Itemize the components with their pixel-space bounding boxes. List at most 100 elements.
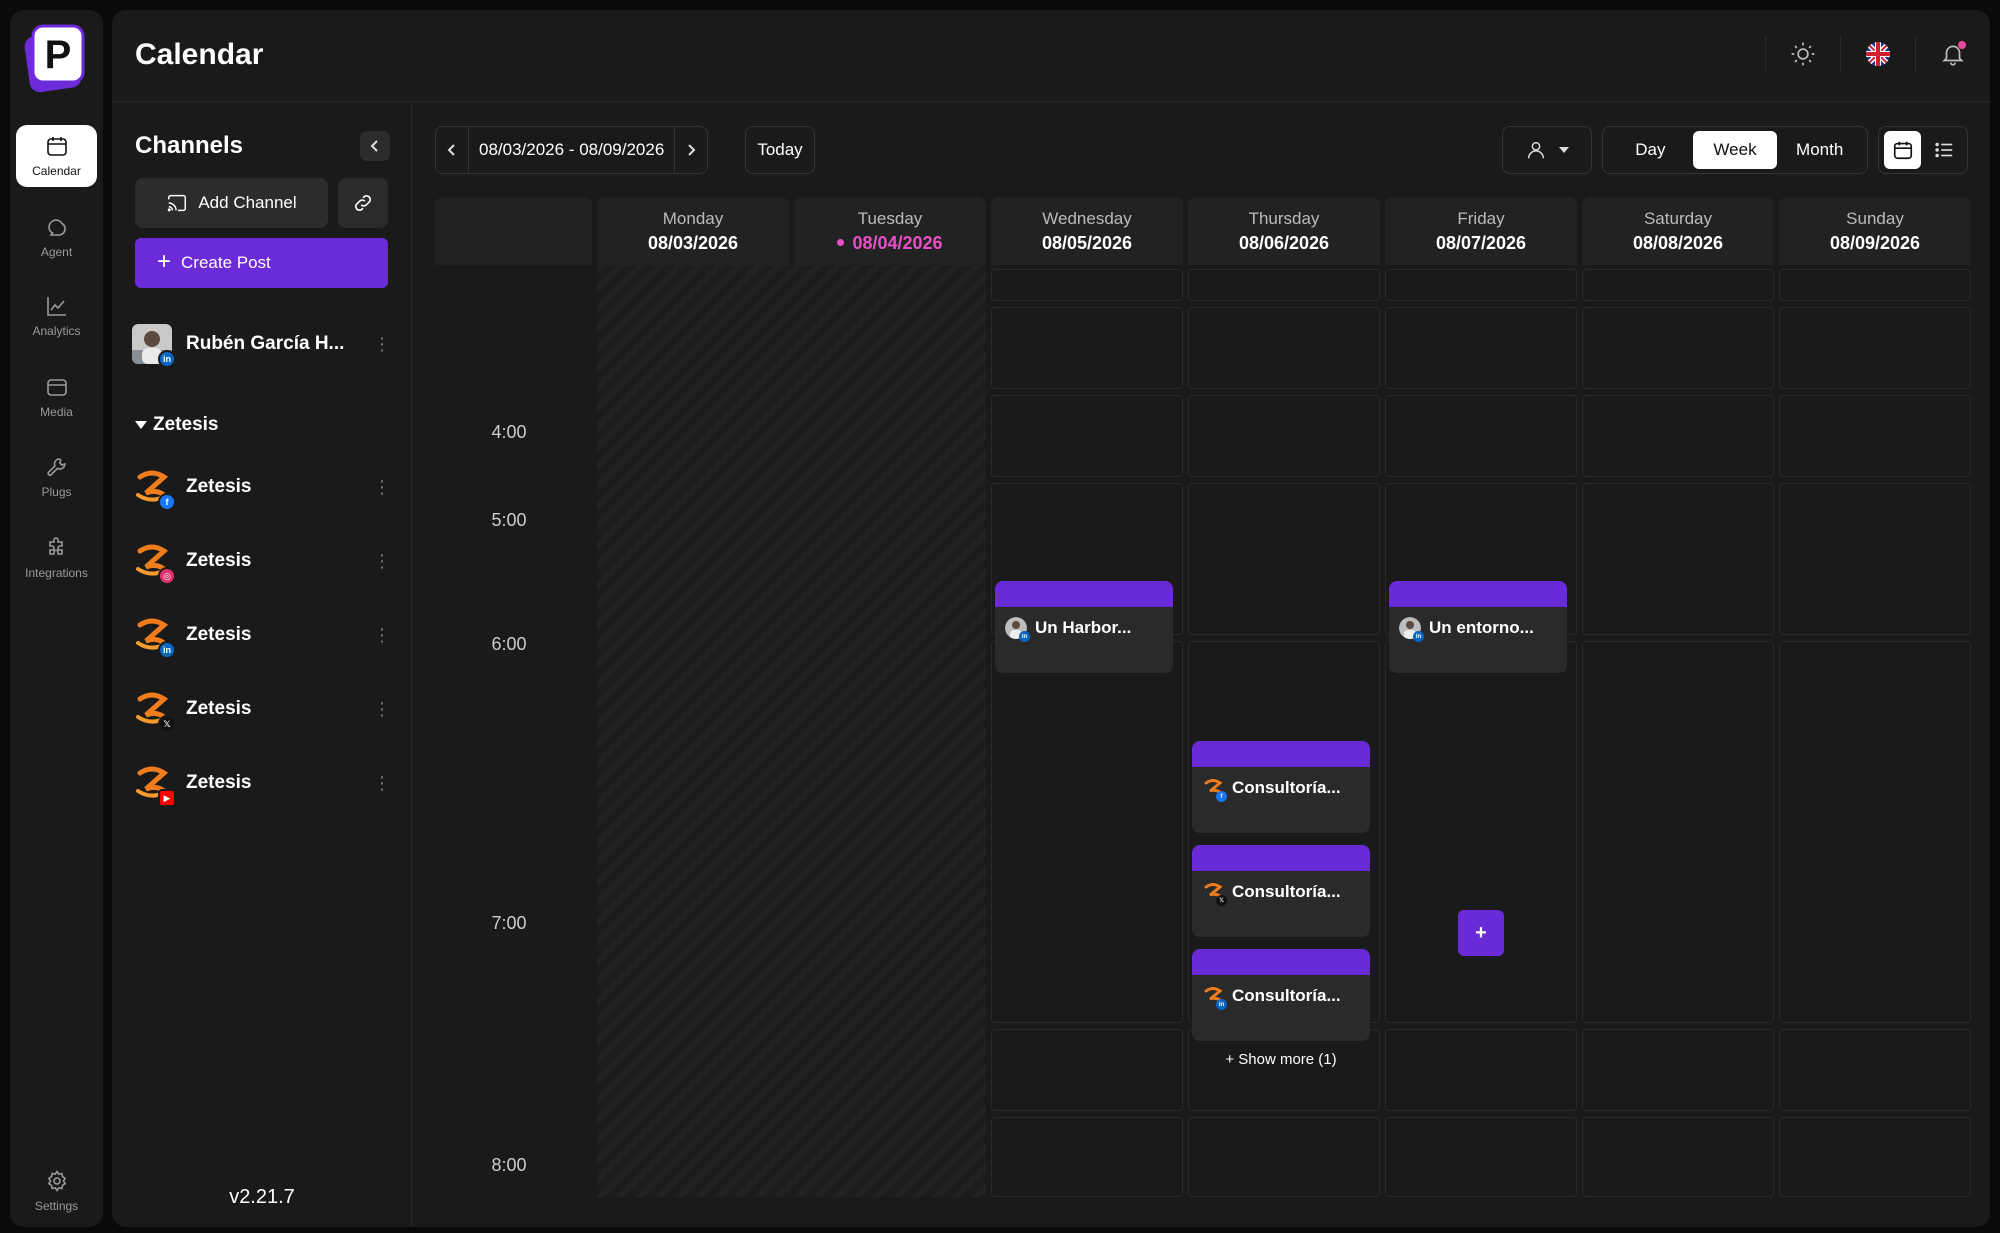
app-logo[interactable]: P: [21, 20, 89, 96]
time-slot[interactable]: [1779, 1117, 1971, 1197]
chevron-right-icon: [688, 144, 696, 156]
time-slot[interactable]: [1582, 1029, 1774, 1111]
post-card-thursday-2[interactable]: 𝕏 Consultoría...: [1192, 845, 1370, 937]
time-slot[interactable]: [1188, 307, 1380, 389]
more-options-icon[interactable]: ⋮: [372, 699, 392, 720]
time-slot[interactable]: [991, 641, 1183, 1023]
time-slot[interactable]: [1385, 641, 1577, 1023]
more-options-icon[interactable]: ⋮: [372, 334, 392, 355]
notifications-button[interactable]: [1938, 39, 1968, 69]
post-avatar: f: [1202, 777, 1227, 802]
nav-media-label: Media: [40, 405, 73, 419]
time-slot[interactable]: [991, 1029, 1183, 1111]
time-slot[interactable]: [991, 1117, 1183, 1197]
time-slot[interactable]: [1582, 307, 1774, 389]
time-slot[interactable]: [991, 307, 1183, 389]
channel-group-zetesis[interactable]: Zetesis: [135, 414, 218, 436]
date-range-label[interactable]: 08/03/2026 - 08/09/2026: [468, 127, 676, 173]
time-slot[interactable]: [1188, 483, 1380, 635]
time-slot[interactable]: [991, 269, 1183, 301]
time-label: 8:00: [491, 1155, 527, 1175]
channel-item-zetesis-youtube[interactable]: ▶ Zetesis ⋮: [132, 759, 392, 807]
channel-item-zetesis-facebook[interactable]: f Zetesis ⋮: [132, 463, 392, 511]
post-bar: [1192, 949, 1370, 975]
time-slot[interactable]: [1188, 395, 1380, 477]
channel-item-zetesis-linkedin[interactable]: in Zetesis ⋮: [132, 611, 392, 659]
post-card-wednesday[interactable]: in Un Harbor...: [995, 581, 1173, 673]
time-slot[interactable]: [1385, 1117, 1577, 1197]
date-range-nav: 08/03/2026 - 08/09/2026: [435, 126, 709, 174]
copy-link-button[interactable]: [338, 178, 388, 228]
show-more-link[interactable]: + Show more (1): [1192, 1051, 1370, 1068]
next-week-button[interactable]: [675, 127, 707, 173]
time-slot[interactable]: [1188, 1029, 1380, 1111]
day-name: Wednesday: [1042, 208, 1132, 228]
nav-settings-label: Settings: [34, 1199, 79, 1213]
time-slot[interactable]: [1385, 307, 1577, 389]
time-slot[interactable]: [1188, 1117, 1380, 1197]
channel-item-personal[interactable]: in Rubén García H... ⋮: [132, 320, 392, 368]
top-bar: Calendar: [112, 10, 1990, 102]
time-slot[interactable]: [1779, 641, 1971, 1023]
nav-media[interactable]: Media: [16, 366, 97, 428]
time-slot[interactable]: [1188, 269, 1380, 301]
time-slot[interactable]: [1385, 395, 1577, 477]
time-slot[interactable]: [1385, 269, 1577, 301]
more-options-icon[interactable]: ⋮: [372, 773, 392, 794]
time-slot[interactable]: [1779, 483, 1971, 635]
more-options-icon[interactable]: ⋮: [372, 551, 392, 572]
time-slot[interactable]: [1582, 1117, 1774, 1197]
chat-icon: [47, 219, 66, 236]
customer-selector[interactable]: [1502, 126, 1592, 174]
nav-integrations[interactable]: Integrations: [16, 527, 97, 589]
post-card-thursday-3[interactable]: in Consultoría...: [1192, 949, 1370, 1041]
time-slot[interactable]: [1582, 641, 1774, 1023]
nav-plugs[interactable]: Plugs: [16, 446, 97, 508]
page-title: Calendar: [135, 38, 264, 71]
divider: [1840, 36, 1841, 72]
prev-week-button[interactable]: [436, 127, 468, 173]
time-slot[interactable]: [1779, 1029, 1971, 1111]
channel-name: Zetesis: [186, 624, 252, 645]
grid-corner: [435, 197, 592, 265]
time-slot[interactable]: [991, 395, 1183, 477]
day-header-friday: Friday 08/07/2026: [1385, 197, 1577, 265]
collapse-sidebar-button[interactable]: [360, 131, 390, 161]
language-button[interactable]: [1863, 39, 1893, 69]
channels-title: Channels: [135, 132, 244, 159]
channel-item-zetesis-x[interactable]: 𝕏 Zetesis ⋮: [132, 685, 392, 733]
time-slot[interactable]: [1582, 395, 1774, 477]
nav-analytics[interactable]: Analytics: [16, 285, 97, 347]
channel-item-zetesis-instagram[interactable]: ◎ Zetesis ⋮: [132, 537, 392, 585]
more-options-icon[interactable]: ⋮: [372, 477, 392, 498]
add-channel-label: Add Channel: [198, 193, 297, 212]
time-slot[interactable]: [1582, 483, 1774, 635]
view-day-button[interactable]: Day: [1608, 131, 1693, 169]
list-layout-button[interactable]: [1925, 131, 1962, 169]
time-slot[interactable]: [1779, 307, 1971, 389]
today-button[interactable]: Today: [745, 126, 815, 174]
uk-flag-icon: [1866, 42, 1890, 66]
zetesis-logo: ◎: [132, 541, 176, 585]
time-slot[interactable]: [1779, 269, 1971, 301]
nav-agent[interactable]: Agent: [16, 206, 97, 268]
view-switcher: Day Week Month: [1602, 126, 1868, 174]
nav-calendar[interactable]: Calendar: [16, 125, 97, 187]
post-card-friday[interactable]: in Un entorno...: [1389, 581, 1567, 673]
nav-agent-label: Agent: [40, 245, 73, 259]
view-week-button[interactable]: Week: [1692, 131, 1778, 169]
add-channel-button[interactable]: Add Channel: [135, 178, 328, 228]
nav-settings[interactable]: Settings: [16, 1160, 97, 1222]
time-slot[interactable]: [1582, 269, 1774, 301]
view-month-button[interactable]: Month: [1777, 131, 1862, 169]
past-days-area: [597, 265, 986, 1197]
time-slot[interactable]: [1779, 395, 1971, 477]
time-slot[interactable]: [1385, 1029, 1577, 1111]
calendar-layout-button[interactable]: [1884, 131, 1921, 169]
post-card-thursday-1[interactable]: f Consultoría...: [1192, 741, 1370, 833]
more-options-icon[interactable]: ⋮: [372, 625, 392, 646]
create-post-button[interactable]: + Create Post: [135, 238, 388, 288]
add-post-slot-button[interactable]: +: [1458, 910, 1504, 956]
theme-toggle-button[interactable]: [1788, 39, 1818, 69]
calendar-icon: [46, 137, 67, 156]
